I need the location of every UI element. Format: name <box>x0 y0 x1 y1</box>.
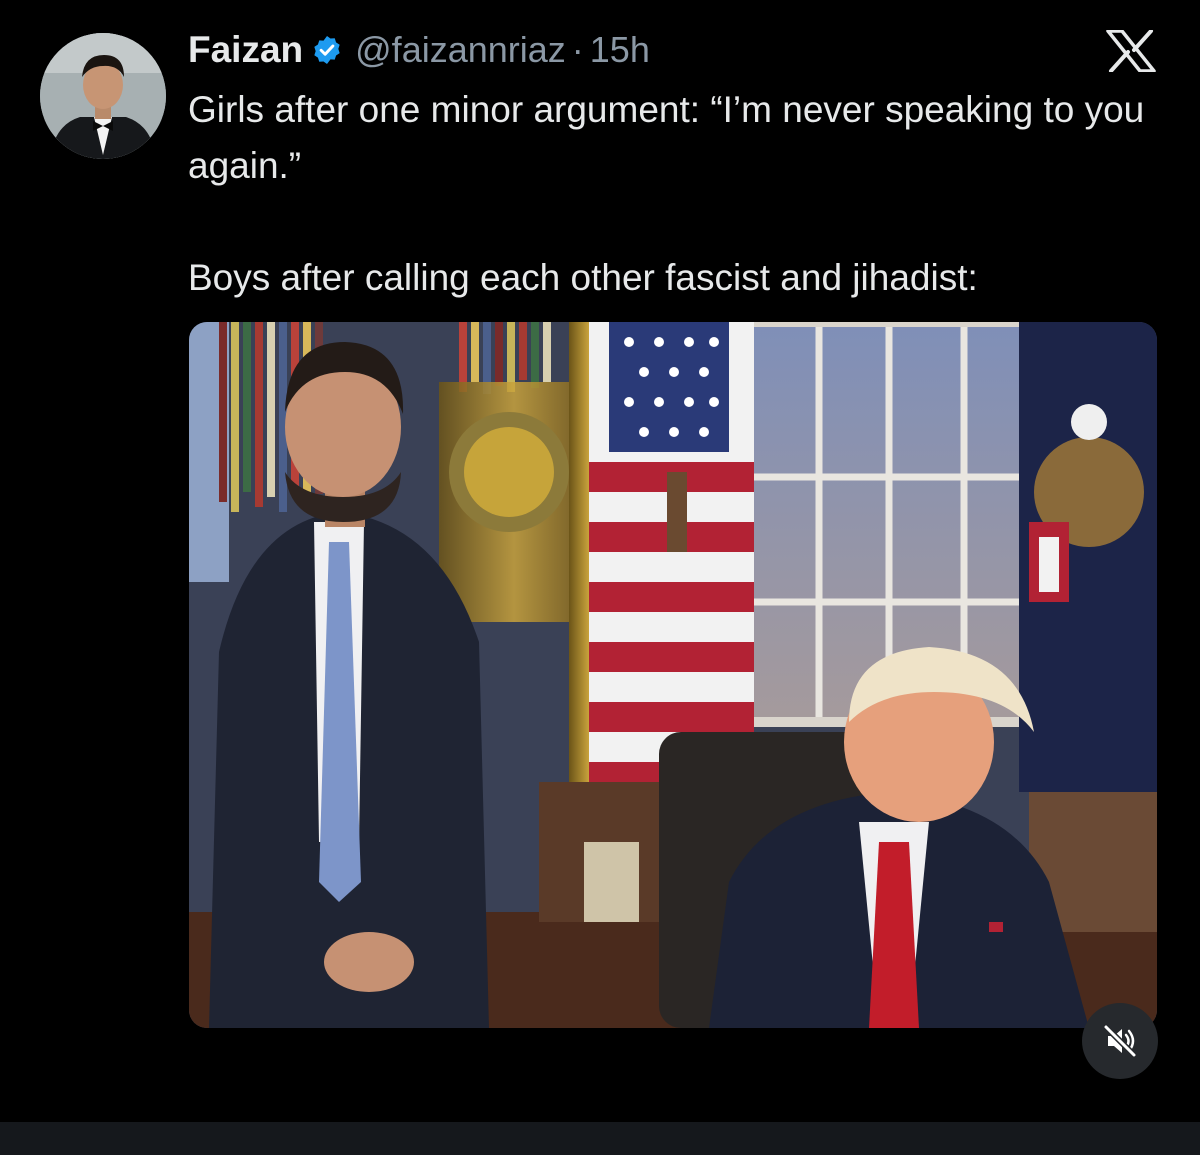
media-image <box>189 322 1157 1028</box>
bottom-bar <box>0 1122 1200 1155</box>
speaker-muted-icon <box>1103 1024 1137 1058</box>
header-separator: · <box>571 29 584 70</box>
author-avatar[interactable] <box>40 33 166 159</box>
tweet-card: Faizan @faizannriaz · 15h Girls after on… <box>0 0 1200 1122</box>
tweet-media[interactable] <box>189 322 1157 1028</box>
mute-toggle-button[interactable] <box>1082 1003 1158 1079</box>
avatar-image <box>40 33 166 159</box>
tweet-text: Girls after one minor argument: “I’m nev… <box>188 82 1178 306</box>
tweet-text-line-2: Boys after calling each other fascist an… <box>188 257 978 298</box>
x-logo-icon <box>1105 29 1157 73</box>
verified-badge-icon <box>311 34 343 66</box>
tweet-text-line-1: Girls after one minor argument: “I’m nev… <box>188 89 1145 186</box>
author-handle[interactable]: @faizannriaz <box>355 29 566 71</box>
author-name[interactable]: Faizan <box>188 29 303 71</box>
tweet-timestamp[interactable]: 15h <box>590 29 650 71</box>
tweet-header: Faizan @faizannriaz · 15h <box>188 26 650 74</box>
